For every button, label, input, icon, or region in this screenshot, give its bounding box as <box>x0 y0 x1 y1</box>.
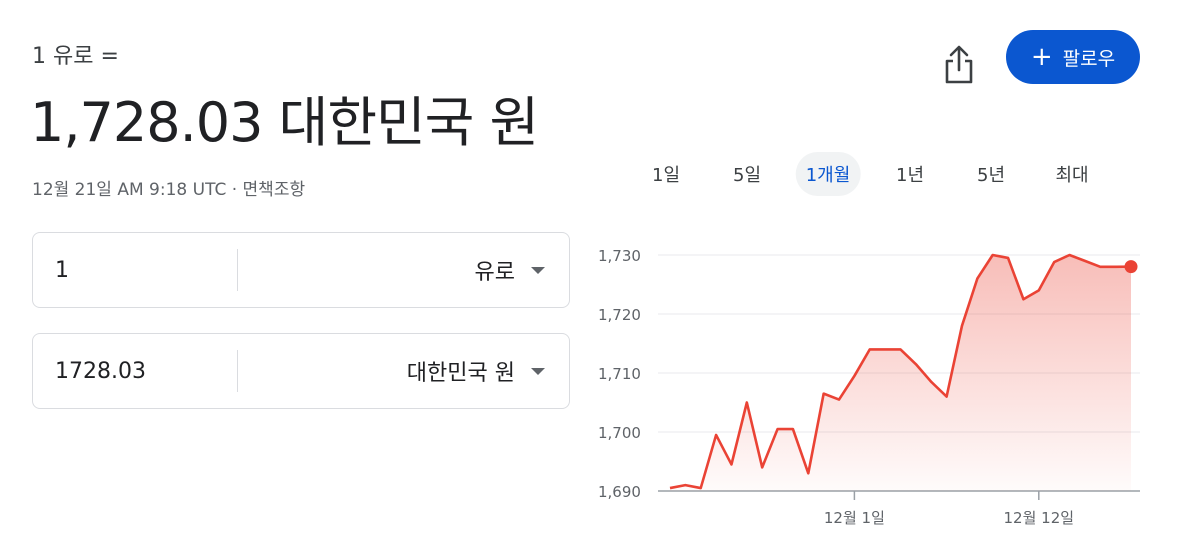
to-currency-select[interactable]: 대한민국 원 <box>407 334 545 408</box>
tab-1m[interactable]: 1개월 <box>795 152 861 196</box>
from-currency-row: 1 유로 <box>32 232 570 308</box>
y-tick-label: 1,730 <box>598 247 641 265</box>
tab-5d[interactable]: 5일 <box>723 152 771 196</box>
from-amount-input[interactable]: 1 <box>55 233 69 307</box>
y-tick-label: 1,690 <box>598 483 641 501</box>
to-currency-label: 대한민국 원 <box>406 361 515 386</box>
divider <box>237 249 238 291</box>
tab-1d[interactable]: 1일 <box>642 152 690 196</box>
plus-icon: + <box>1030 42 1053 72</box>
divider <box>237 350 238 392</box>
tab-1y[interactable]: 1년 <box>886 152 934 196</box>
follow-label: 팔로우 <box>1062 47 1116 70</box>
rate-subtitle: 1 유로 = <box>32 44 119 69</box>
tab-max[interactable]: 최대 <box>1045 152 1098 196</box>
exchange-rate-value: 1,728.03 대한민국 원 <box>30 91 539 154</box>
share-button[interactable] <box>938 42 980 88</box>
from-currency-label: 유로 <box>474 260 515 285</box>
y-tick-label: 1,710 <box>598 365 641 383</box>
timestamp-disclaimer[interactable]: 12월 21일 AM 9:18 UTC · 면책조항 <box>32 175 305 200</box>
x-tick-label: 12월 12일 <box>1004 509 1075 527</box>
time-range-tabs: 1일 5일 1개월 1년 5년 최대 <box>626 152 1124 200</box>
y-tick-label: 1,700 <box>598 424 641 442</box>
dropdown-caret-icon <box>531 266 545 274</box>
exchange-rate-chart[interactable]: 1,730 1,720 1,710 1,700 1,690 12월 1일 12월 12일 <box>590 225 1170 535</box>
to-amount-input[interactable]: 1728.03 <box>55 334 146 408</box>
current-value-point <box>1124 260 1138 274</box>
follow-button[interactable]: + 팔로우 <box>1006 30 1140 84</box>
to-currency-row: 1728.03 대한민국 원 <box>32 333 570 409</box>
y-tick-label: 1,720 <box>598 306 641 324</box>
share-icon <box>945 45 973 84</box>
tab-5y[interactable]: 5년 <box>967 152 1015 196</box>
dropdown-caret-icon <box>531 367 545 375</box>
x-tick-label: 12월 1일 <box>824 509 885 527</box>
from-currency-select[interactable]: 유로 <box>475 233 545 307</box>
